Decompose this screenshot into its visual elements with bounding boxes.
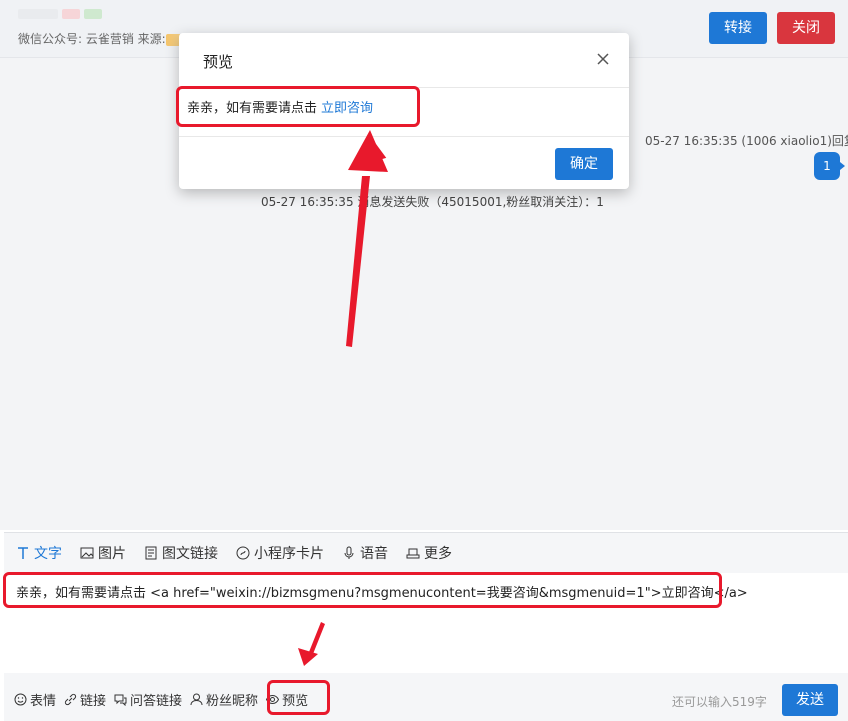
dialog-footer-divider bbox=[179, 136, 629, 137]
dialog-title: 预览 bbox=[203, 53, 234, 71]
confirm-button[interactable]: 确定 bbox=[555, 148, 613, 180]
modal-overlay: 预览 亲亲，如有需要请点击 立即咨询 确定 bbox=[0, 0, 848, 721]
annotation-box-input bbox=[3, 572, 722, 608]
close-icon[interactable] bbox=[595, 51, 611, 67]
annotation-box-preview bbox=[176, 86, 420, 127]
annotation-box-preview-button bbox=[267, 680, 330, 715]
